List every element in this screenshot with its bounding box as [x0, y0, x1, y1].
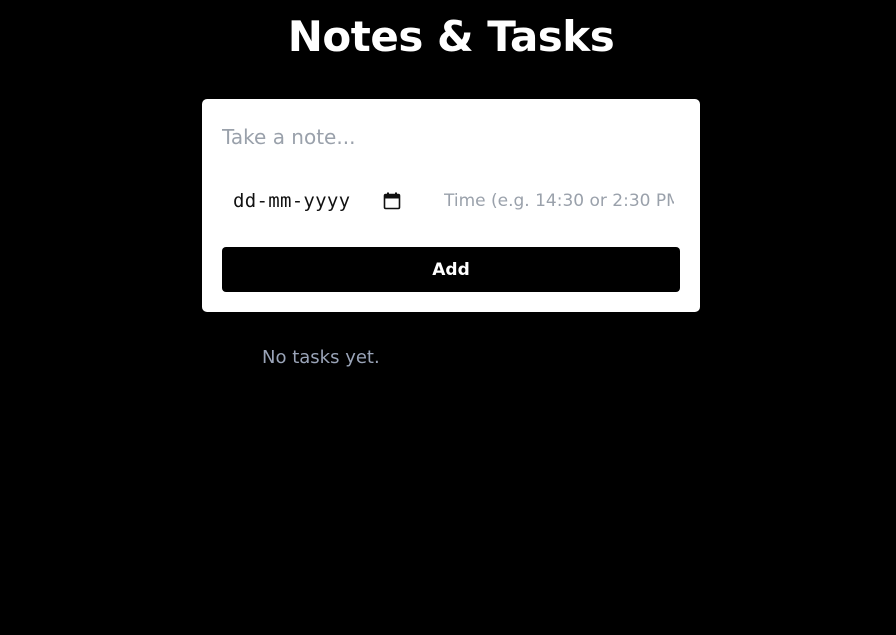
note-form-card: dd-mm-yyyy Add	[202, 99, 700, 312]
add-button[interactable]: Add	[222, 247, 680, 292]
empty-tasks-message: No tasks yet.	[262, 347, 380, 368]
page-title: Notes & Tasks	[287, 12, 615, 61]
time-input[interactable]	[444, 183, 674, 219]
calendar-icon[interactable]	[382, 191, 402, 211]
note-input[interactable]	[222, 119, 680, 155]
date-placeholder: dd-mm-yyyy	[233, 190, 351, 212]
app-page: Notes & Tasks dd-mm-yyyy Add No tasks ye…	[0, 0, 896, 635]
date-input[interactable]: dd-mm-yyyy	[222, 183, 412, 219]
